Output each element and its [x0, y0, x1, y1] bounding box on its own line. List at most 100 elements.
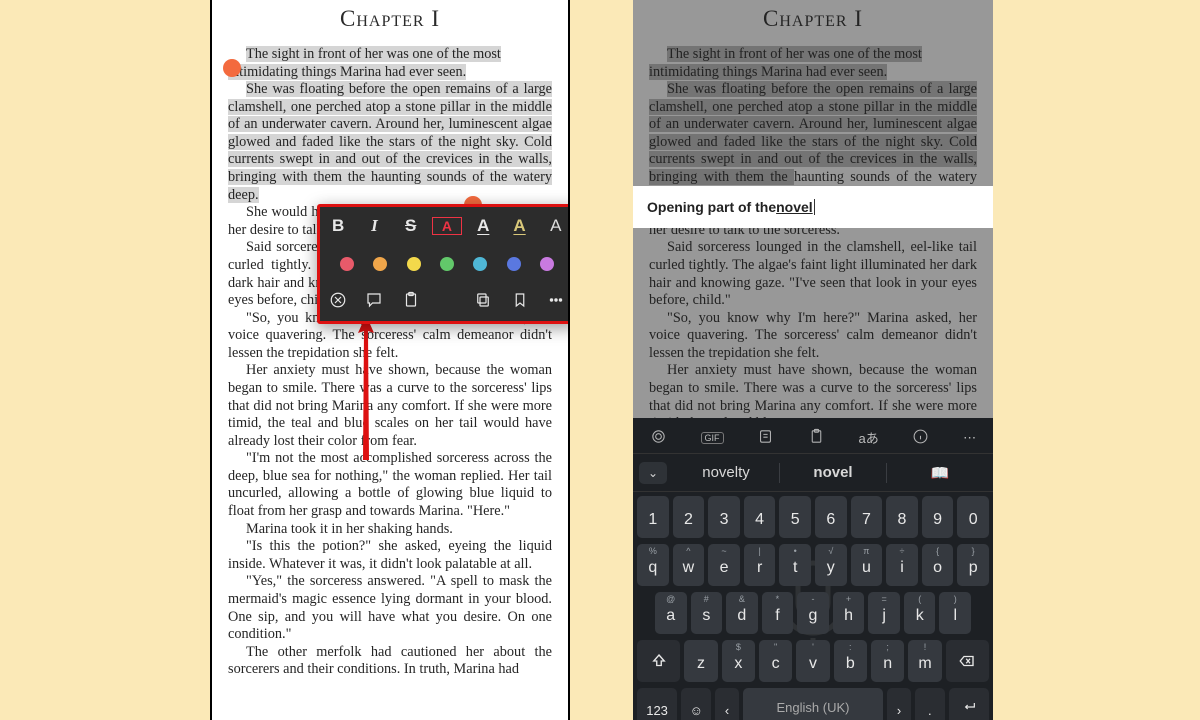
color-a1-button[interactable]: A — [505, 216, 535, 236]
toolbar-translate-button[interactable]: aあ — [859, 428, 879, 447]
color-blue[interactable] — [507, 257, 521, 271]
highlight-a-button[interactable]: A — [432, 217, 462, 235]
text-cursor — [814, 199, 815, 215]
toolbar-sticker-icon[interactable] — [650, 428, 667, 448]
reader-screenshot-right: Chapter I The sight in front of her was … — [633, 0, 993, 720]
selected-text[interactable]: The sight in front of her was one of the… — [649, 46, 922, 80]
key-right[interactable]: › — [887, 688, 910, 720]
color-a2-button[interactable]: A — [541, 216, 570, 236]
key-emoji[interactable]: ☺ — [681, 688, 711, 720]
color-yellow[interactable] — [407, 257, 421, 271]
key-space[interactable]: English (UK) — [743, 688, 884, 720]
key-j[interactable]: =j — [868, 592, 900, 634]
toolbar-info-icon[interactable] — [912, 428, 929, 448]
key-0[interactable]: 0 — [957, 496, 989, 538]
keyboard-suggestions: ⌄ novelty novel 📖 — [633, 454, 993, 492]
key-f[interactable]: *f — [762, 592, 794, 634]
strikethrough-button[interactable]: S — [396, 216, 426, 236]
key-w[interactable]: ^w — [673, 544, 705, 586]
key-b[interactable]: :b — [834, 640, 867, 682]
selected-text[interactable]: The sight in front of her was one of the… — [228, 46, 501, 80]
para: "So, you know why I'm here?" Marina aske… — [649, 310, 977, 363]
key-e[interactable]: ~e — [708, 544, 740, 586]
key-y[interactable]: √y — [815, 544, 847, 586]
key-i[interactable]: ÷i — [886, 544, 918, 586]
key-t[interactable]: •t — [779, 544, 811, 586]
suggestion-3[interactable]: 📖 — [887, 464, 993, 482]
para: Marina took it in her shaking hands. — [228, 521, 552, 539]
toolbar-more-icon[interactable]: ⋯ — [963, 430, 976, 446]
bookmark-icon[interactable] — [505, 291, 535, 314]
para: "Is this the potion?" she asked, eyeing … — [228, 538, 552, 573]
key-h[interactable]: +h — [833, 592, 865, 634]
color-purple[interactable] — [540, 257, 554, 271]
text-format-popup: B I S A A A A — [317, 204, 570, 324]
key-v[interactable]: 'v — [796, 640, 829, 682]
key-9[interactable]: 9 — [922, 496, 954, 538]
note-input-bar[interactable]: Opening part of the novel — [633, 186, 993, 228]
clear-format-icon[interactable] — [323, 291, 353, 314]
key-shift[interactable] — [637, 640, 680, 682]
format-row-colors — [320, 245, 570, 283]
key-7[interactable]: 7 — [851, 496, 883, 538]
key-u[interactable]: πu — [851, 544, 883, 586]
key-z[interactable]: z — [684, 640, 717, 682]
para: Her anxiety must have shown, because the… — [228, 362, 552, 450]
more-icon[interactable] — [541, 291, 570, 314]
book-body: The sight in front of her was one of the… — [633, 46, 993, 433]
key-k[interactable]: (k — [904, 592, 936, 634]
key-q[interactable]: %q — [637, 544, 669, 586]
key-s[interactable]: #s — [691, 592, 723, 634]
color-green[interactable] — [440, 257, 454, 271]
selection-handle-start[interactable] — [223, 59, 241, 77]
key-r[interactable]: |r — [744, 544, 776, 586]
key-4[interactable]: 4 — [744, 496, 776, 538]
key-backspace[interactable] — [946, 640, 989, 682]
key-123[interactable]: 123 — [637, 688, 677, 720]
color-orange[interactable] — [373, 257, 387, 271]
key-1[interactable]: 1 — [637, 496, 669, 538]
color-cyan[interactable] — [473, 257, 487, 271]
key-row-1: 1 2 3 4 5 6 7 8 9 0 — [637, 496, 989, 538]
key-n[interactable]: ;n — [871, 640, 904, 682]
key-p[interactable]: }p — [957, 544, 989, 586]
key-period[interactable]: . — [915, 688, 945, 720]
key-m[interactable]: !m — [908, 640, 941, 682]
clipboard-icon[interactable] — [396, 291, 426, 314]
reader-screenshot-left: Chapter I The sight in front of her was … — [210, 0, 570, 720]
key-g[interactable]: -g — [797, 592, 829, 634]
selected-text[interactable]: She was floating before the open remains… — [228, 81, 552, 202]
key-l[interactable]: )l — [939, 592, 971, 634]
italic-button[interactable]: I — [359, 216, 389, 236]
key-enter[interactable] — [949, 688, 989, 720]
suggestion-1[interactable]: novelty — [673, 464, 779, 481]
underline-a-button[interactable]: A — [468, 216, 498, 236]
toolbar-clipboard-icon[interactable] — [808, 428, 825, 448]
color-red[interactable] — [340, 257, 354, 271]
virtual-keyboard: GIF aあ ⋯ ⌄ novelty novel 📖 1 2 3 4 5 6 — [633, 418, 993, 720]
key-o[interactable]: {o — [922, 544, 954, 586]
key-2[interactable]: 2 — [673, 496, 705, 538]
key-x[interactable]: $x — [722, 640, 755, 682]
bold-button[interactable]: B — [323, 216, 353, 236]
key-d[interactable]: &d — [726, 592, 758, 634]
note-text: Opening part of the — [647, 199, 776, 215]
key-c[interactable]: "c — [759, 640, 792, 682]
collapse-suggestions[interactable]: ⌄ — [639, 462, 667, 484]
key-a[interactable]: @a — [655, 592, 687, 634]
para: "I'm not the most accomplished sorceress… — [228, 450, 552, 520]
key-6[interactable]: 6 — [815, 496, 847, 538]
key-5[interactable]: 5 — [779, 496, 811, 538]
key-3[interactable]: 3 — [708, 496, 740, 538]
key-row-2: %q ^w ~e |r •t √y πu ÷i {o }p — [637, 544, 989, 586]
key-row-3: @a #s &d *f -g +h =j (k )l — [637, 592, 989, 634]
copy-icon[interactable] — [468, 291, 498, 314]
book-body: The sight in front of her was one of the… — [212, 46, 568, 679]
suggestion-2[interactable]: novel — [780, 464, 886, 481]
toolbar-note-icon[interactable] — [757, 428, 774, 448]
key-8[interactable]: 8 — [886, 496, 918, 538]
toolbar-gif-button[interactable]: GIF — [701, 432, 724, 444]
key-left[interactable]: ‹ — [715, 688, 738, 720]
format-row-actions — [320, 283, 570, 321]
comment-icon[interactable] — [359, 291, 389, 314]
